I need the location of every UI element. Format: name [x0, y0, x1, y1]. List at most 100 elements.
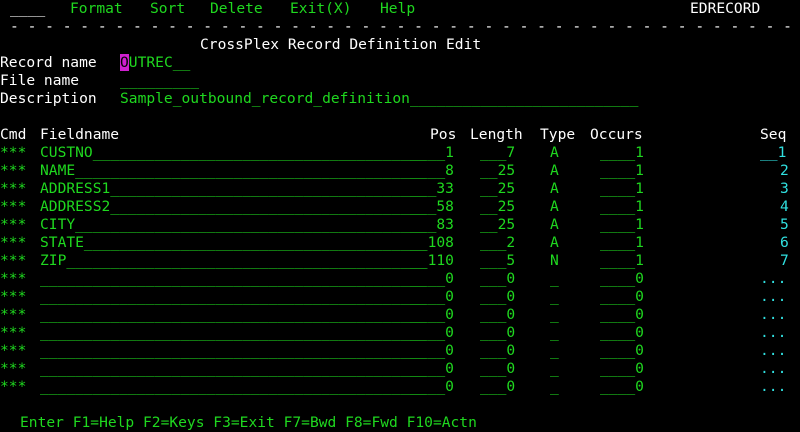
type-cell[interactable]: A — [550, 198, 559, 216]
length-cell[interactable]: __25 — [480, 180, 515, 198]
type-cell[interactable]: _ — [550, 288, 559, 306]
occurs-cell[interactable]: ____1 — [600, 234, 644, 252]
length-cell[interactable]: __25 — [480, 162, 515, 180]
seq-cell[interactable]: ... — [760, 360, 786, 378]
description-input[interactable]: Sample_outbound_record_definition_______… — [120, 90, 638, 108]
length-cell[interactable]: __25 — [480, 198, 515, 216]
fieldname-cell[interactable]: ________________________________________… — [40, 342, 427, 360]
menu-help[interactable]: Help — [380, 0, 415, 18]
menu-delete[interactable]: Delete — [210, 0, 263, 18]
type-cell[interactable]: _ — [550, 270, 559, 288]
occurs-cell[interactable]: ____0 — [600, 360, 644, 378]
length-cell[interactable]: ___5 — [480, 252, 515, 270]
seq-cell[interactable]: 5 — [780, 216, 789, 234]
pos-cell[interactable]: ____8 — [410, 162, 454, 180]
menu-sort[interactable]: Sort — [150, 0, 185, 18]
record-name-input[interactable]: OUTREC__ — [120, 54, 190, 72]
fieldname-cell[interactable]: NAME____________________________________… — [40, 162, 427, 180]
occurs-cell[interactable]: ____0 — [600, 306, 644, 324]
seq-cell[interactable]: 2 — [780, 162, 789, 180]
fieldname-cell[interactable]: ________________________________________… — [40, 270, 427, 288]
cmd-cell[interactable]: *** — [0, 144, 26, 162]
pos-cell[interactable]: ____0 — [410, 270, 454, 288]
pos-cell[interactable]: ____1 — [410, 144, 454, 162]
seq-cell[interactable]: __1 — [760, 144, 786, 162]
type-cell[interactable]: A — [550, 162, 559, 180]
cmd-cell[interactable]: *** — [0, 288, 26, 306]
fieldname-cell[interactable]: ________________________________________… — [40, 306, 427, 324]
cmd-cell[interactable]: *** — [0, 216, 26, 234]
type-cell[interactable]: _ — [550, 378, 559, 396]
fieldname-cell[interactable]: ________________________________________… — [40, 324, 427, 342]
pos-cell[interactable]: ____0 — [410, 288, 454, 306]
command-line[interactable]: ____ — [10, 0, 45, 18]
seq-cell[interactable]: ... — [760, 324, 786, 342]
cmd-cell[interactable]: *** — [0, 252, 26, 270]
occurs-cell[interactable]: ____0 — [600, 288, 644, 306]
type-cell[interactable]: _ — [550, 324, 559, 342]
fieldname-cell[interactable]: ZIP_____________________________________… — [40, 252, 427, 270]
cmd-cell[interactable]: *** — [0, 378, 26, 396]
length-cell[interactable]: ___7 — [480, 144, 515, 162]
type-cell[interactable]: _ — [550, 360, 559, 378]
seq-cell[interactable]: ... — [760, 306, 786, 324]
fieldname-cell[interactable]: STATE___________________________________… — [40, 234, 427, 252]
occurs-cell[interactable]: ____0 — [600, 270, 644, 288]
seq-cell[interactable]: 6 — [780, 234, 789, 252]
type-cell[interactable]: A — [550, 144, 559, 162]
occurs-cell[interactable]: ____1 — [600, 162, 644, 180]
pos-cell[interactable]: __110 — [410, 252, 454, 270]
pos-cell[interactable]: __108 — [410, 234, 454, 252]
menu-format[interactable]: Format — [70, 0, 123, 18]
type-cell[interactable]: _ — [550, 306, 559, 324]
cmd-cell[interactable]: *** — [0, 360, 26, 378]
seq-cell[interactable]: 7 — [780, 252, 789, 270]
cmd-cell[interactable]: *** — [0, 180, 26, 198]
occurs-cell[interactable]: ____1 — [600, 216, 644, 234]
fieldname-cell[interactable]: ADDRESS2________________________________… — [40, 198, 427, 216]
cmd-cell[interactable]: *** — [0, 342, 26, 360]
type-cell[interactable]: A — [550, 234, 559, 252]
pos-cell[interactable]: ____0 — [410, 378, 454, 396]
type-cell[interactable]: N — [550, 252, 559, 270]
cmd-cell[interactable]: *** — [0, 270, 26, 288]
type-cell[interactable]: A — [550, 216, 559, 234]
pos-cell[interactable]: ___33 — [410, 180, 454, 198]
length-cell[interactable]: ___0 — [480, 324, 515, 342]
seq-cell[interactable]: ... — [760, 378, 786, 396]
seq-cell[interactable]: ... — [760, 288, 786, 306]
occurs-cell[interactable]: ____0 — [600, 324, 644, 342]
seq-cell[interactable]: 3 — [780, 180, 789, 198]
occurs-cell[interactable]: ____0 — [600, 342, 644, 360]
fieldname-cell[interactable]: ________________________________________… — [40, 378, 427, 396]
seq-cell[interactable]: ... — [760, 342, 786, 360]
length-cell[interactable]: ___2 — [480, 234, 515, 252]
length-cell[interactable]: ___0 — [480, 270, 515, 288]
file-name-input[interactable]: _________ — [120, 72, 199, 90]
length-cell[interactable]: ___0 — [480, 378, 515, 396]
length-cell[interactable]: ___0 — [480, 342, 515, 360]
type-cell[interactable]: _ — [550, 342, 559, 360]
seq-cell[interactable]: ... — [760, 270, 786, 288]
cmd-cell[interactable]: *** — [0, 324, 26, 342]
pos-cell[interactable]: ____0 — [410, 306, 454, 324]
fieldname-cell[interactable]: ________________________________________… — [40, 288, 427, 306]
pos-cell[interactable]: ___83 — [410, 216, 454, 234]
occurs-cell[interactable]: ____1 — [600, 252, 644, 270]
seq-cell[interactable]: 4 — [780, 198, 789, 216]
length-cell[interactable]: __25 — [480, 216, 515, 234]
length-cell[interactable]: ___0 — [480, 306, 515, 324]
cmd-cell[interactable]: *** — [0, 162, 26, 180]
fieldname-cell[interactable]: ________________________________________… — [40, 360, 427, 378]
fieldname-cell[interactable]: CITY____________________________________… — [40, 216, 427, 234]
pos-cell[interactable]: ____0 — [410, 360, 454, 378]
occurs-cell[interactable]: ____1 — [600, 180, 644, 198]
pos-cell[interactable]: ___58 — [410, 198, 454, 216]
menu-exit[interactable]: Exit(X) — [290, 0, 352, 18]
cmd-cell[interactable]: *** — [0, 234, 26, 252]
cmd-cell[interactable]: *** — [0, 306, 26, 324]
length-cell[interactable]: ___0 — [480, 360, 515, 378]
pos-cell[interactable]: ____0 — [410, 342, 454, 360]
length-cell[interactable]: ___0 — [480, 288, 515, 306]
occurs-cell[interactable]: ____1 — [600, 144, 644, 162]
